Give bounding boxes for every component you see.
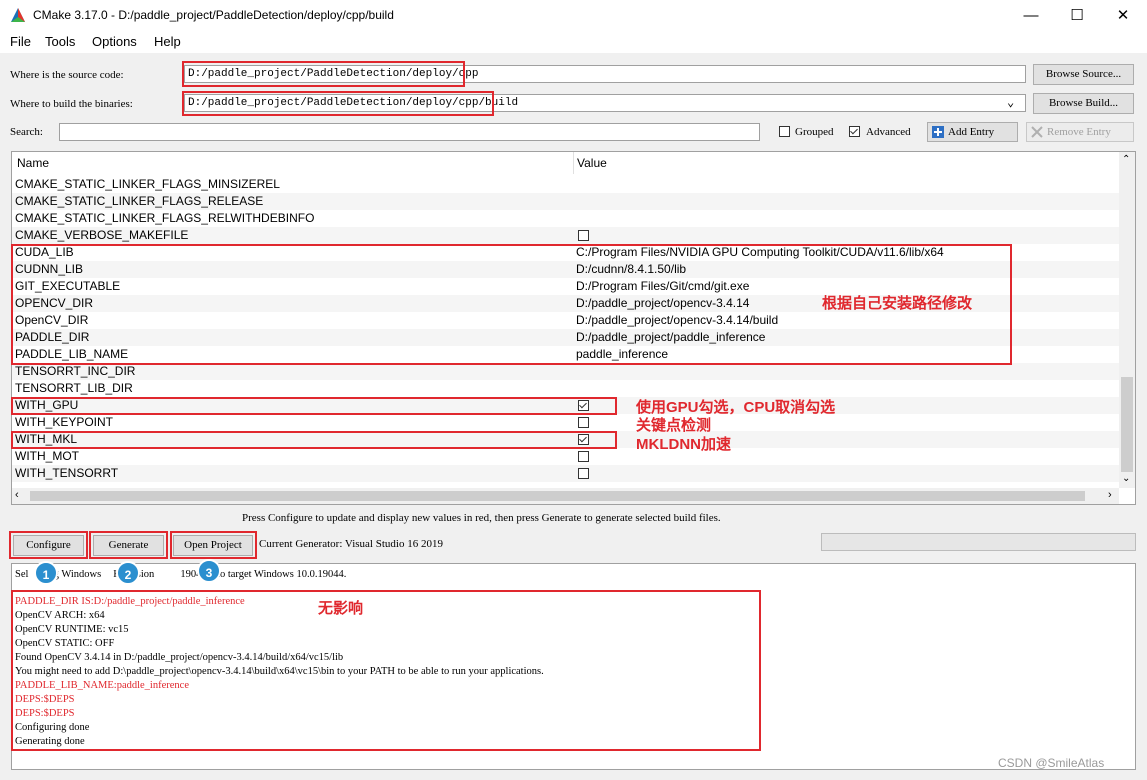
- window-title: CMake 3.17.0 - D:/paddle_project/PaddleD…: [33, 8, 394, 22]
- add-entry-button[interactable]: Add Entry: [927, 122, 1018, 142]
- remove-entry-button[interactable]: Remove Entry: [1026, 122, 1134, 142]
- build-label: Where to build the binaries:: [10, 98, 133, 110]
- minimize-button[interactable]: —: [1008, 0, 1054, 31]
- table-row[interactable]: CMAKE_STATIC_LINKER_FLAGS_RELEASE: [12, 193, 1119, 210]
- paths-annotation: 根据自己安装路径修改: [822, 295, 973, 312]
- scrollbar-thumb[interactable]: [1121, 377, 1133, 472]
- output-annotation: 无影响: [318, 600, 364, 617]
- open-project-highlight: [170, 531, 257, 559]
- add-entry-label: Add Entry: [948, 126, 995, 138]
- search-input[interactable]: [59, 123, 760, 141]
- menu-tools[interactable]: Tools: [45, 34, 75, 49]
- row-checkbox[interactable]: [578, 230, 589, 241]
- row-name: TENSORRT_LIB_DIR: [15, 381, 133, 395]
- watermark: CSDN @SmileAtlas: [998, 756, 1105, 770]
- build-highlight: [182, 91, 494, 116]
- row-name: CMAKE_STATIC_LINKER_FLAGS_RELWITHDEBINFO: [15, 211, 315, 225]
- title-bar: CMake 3.17.0 - D:/paddle_project/PaddleD…: [0, 0, 1147, 31]
- column-header-name[interactable]: Name: [17, 152, 49, 174]
- with-mkl-highlight: [11, 431, 617, 449]
- configure-highlight: [9, 531, 88, 559]
- row-name: CMAKE_VERBOSE_MAKEFILE: [15, 228, 189, 242]
- row-name: CMAKE_STATIC_LINKER_FLAGS_MINSIZEREL: [15, 177, 280, 191]
- grouped-label: Grouped: [795, 126, 834, 138]
- row-checkbox[interactable]: [578, 451, 589, 462]
- horizontal-scrollbar[interactable]: ‹ ›: [12, 488, 1119, 504]
- grouped-checkbox[interactable]: [779, 126, 790, 137]
- advanced-label: Advanced: [866, 126, 911, 138]
- output-line-first: Selng WindowsK version19041.0 to target …: [15, 569, 347, 580]
- table-row[interactable]: WITH_TENSORRT: [12, 465, 1119, 482]
- step-badge-3: 3: [197, 559, 221, 583]
- table-row[interactable]: WITH_KEYPOINT: [12, 414, 1119, 431]
- output-highlight: [11, 590, 761, 751]
- row-checkbox[interactable]: [578, 417, 589, 428]
- close-button[interactable]: ✕: [1100, 0, 1146, 31]
- table-row[interactable]: CMAKE_VERBOSE_MAKEFILE: [12, 227, 1119, 244]
- table-row[interactable]: CMAKE_STATIC_LINKER_FLAGS_MINSIZEREL: [12, 176, 1119, 193]
- table-row[interactable]: WITH_MOT: [12, 448, 1119, 465]
- menu-options[interactable]: Options: [92, 34, 137, 49]
- mkl-annotation: MKLDNN加速: [636, 436, 731, 453]
- browse-source-button[interactable]: Browse Source...: [1033, 64, 1134, 85]
- row-name: TENSORRT_INC_DIR: [15, 364, 136, 378]
- menu-bar: File Tools Options Help: [0, 31, 1147, 53]
- hscrollbar-thumb[interactable]: [30, 491, 1085, 501]
- table-row[interactable]: TENSORRT_LIB_DIR: [12, 380, 1119, 397]
- step-badge-2: 2: [116, 561, 140, 585]
- progress-bar: [821, 533, 1136, 551]
- generator-label: Current Generator: Visual Studio 16 2019: [259, 538, 443, 550]
- row-name: WITH_MOT: [15, 449, 79, 463]
- vertical-scrollbar[interactable]: ⌃ ⌄: [1119, 152, 1135, 488]
- scroll-up-icon[interactable]: ⌃: [1122, 154, 1130, 165]
- hint-text: Press Configure to update and display ne…: [242, 512, 721, 524]
- table-row[interactable]: TENSORRT_INC_DIR: [12, 363, 1119, 380]
- column-header-value[interactable]: Value: [577, 152, 607, 174]
- source-highlight: [182, 61, 465, 87]
- remove-entry-label: Remove Entry: [1047, 126, 1111, 138]
- scroll-down-icon[interactable]: ⌄: [1122, 473, 1130, 484]
- column-divider: [573, 152, 574, 174]
- chevron-down-icon[interactable]: ⌄: [1007, 95, 1014, 110]
- maximize-button[interactable]: ☐: [1054, 0, 1100, 31]
- row-name: CMAKE_STATIC_LINKER_FLAGS_RELEASE: [15, 194, 264, 208]
- scroll-right-icon[interactable]: ›: [1108, 489, 1112, 501]
- step-badge-1: 1: [34, 561, 58, 585]
- with-gpu-highlight: [11, 397, 617, 415]
- table-row[interactable]: CMAKE_STATIC_LINKER_FLAGS_RELWITHDEBINFO: [12, 210, 1119, 227]
- keypoint-annotation: 关键点检测: [636, 417, 712, 434]
- search-label: Search:: [10, 126, 43, 138]
- menu-help[interactable]: Help: [154, 34, 181, 49]
- scroll-left-icon[interactable]: ‹: [15, 489, 19, 501]
- source-label: Where is the source code:: [10, 69, 124, 81]
- row-name: WITH_KEYPOINT: [15, 415, 114, 429]
- advanced-checkbox[interactable]: [849, 126, 860, 137]
- menu-file[interactable]: File: [10, 34, 31, 49]
- plus-icon: [932, 126, 944, 138]
- generate-highlight: [89, 531, 168, 559]
- row-checkbox[interactable]: [578, 468, 589, 479]
- row-name: WITH_TENSORRT: [15, 466, 119, 480]
- cmake-logo-icon: [11, 8, 25, 22]
- browse-build-button[interactable]: Browse Build...: [1033, 93, 1134, 114]
- remove-icon: [1031, 126, 1043, 138]
